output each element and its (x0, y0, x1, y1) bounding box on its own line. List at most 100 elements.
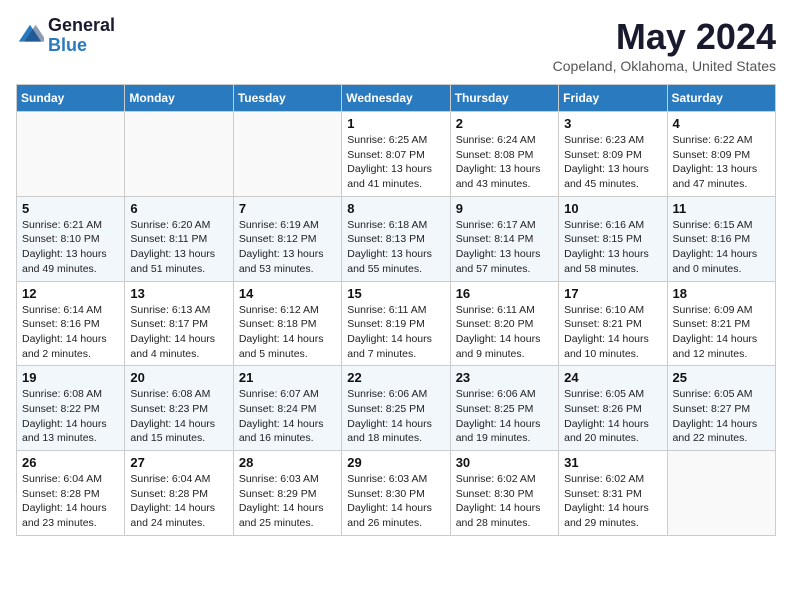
calendar-cell (17, 112, 125, 197)
day-info: Sunrise: 6:13 AMSunset: 8:17 PMDaylight:… (130, 303, 227, 362)
calendar-cell (233, 112, 341, 197)
day-info: Sunrise: 6:11 AMSunset: 8:19 PMDaylight:… (347, 303, 444, 362)
day-number: 13 (130, 286, 227, 301)
calendar-cell: 7Sunrise: 6:19 AMSunset: 8:12 PMDaylight… (233, 196, 341, 281)
day-number: 16 (456, 286, 553, 301)
day-info: Sunrise: 6:09 AMSunset: 8:21 PMDaylight:… (673, 303, 770, 362)
day-number: 18 (673, 286, 770, 301)
calendar-cell: 6 Sunrise: 6:20 AMSunset: 8:11 PMDaylight… (125, 196, 233, 281)
day-info: Sunrise: 6:05 AMSunset: 8:27 PMDaylight:… (673, 387, 770, 446)
day-number: 27 (130, 455, 227, 470)
day-info: Sunrise: 6:04 AMSunset: 8:28 PMDaylight:… (22, 472, 119, 531)
calendar-cell: 20Sunrise: 6:08 AMSunset: 8:23 PMDayligh… (125, 366, 233, 451)
calendar-cell: 21 Sunrise: 6:07 AMSunset: 8:24 PMDayligh… (233, 366, 341, 451)
day-info: Sunrise: 6:03 AMSunset: 8:30 PMDaylight:… (347, 472, 444, 531)
calendar-cell: 22 Sunrise: 6:06 AMSunset: 8:25 PMDayligh… (342, 366, 450, 451)
day-number: 20 (130, 370, 227, 385)
day-number: 9 (456, 201, 553, 216)
calendar-cell: 25 Sunrise: 6:05 AMSunset: 8:27 PMDayligh… (667, 366, 775, 451)
calendar-week-row: 12Sunrise: 6:14 AMSunset: 8:16 PMDayligh… (17, 281, 776, 366)
calendar-cell: 4Sunrise: 6:22 AMSunset: 8:09 PMDaylight… (667, 112, 775, 197)
calendar-cell: 30Sunrise: 6:02 AMSunset: 8:30 PMDayligh… (450, 451, 558, 536)
day-number: 31 (564, 455, 661, 470)
day-info: Sunrise: 6:21 AMSunset: 8:10 PMDaylight:… (22, 218, 119, 277)
col-thursday: Thursday (450, 85, 558, 112)
day-info: Sunrise: 6:12 AMSunset: 8:18 PMDaylight:… (239, 303, 336, 362)
calendar-cell: 31 Sunrise: 6:02 AMSunset: 8:31 PMDayligh… (559, 451, 667, 536)
col-friday: Friday (559, 85, 667, 112)
day-info: Sunrise: 6:23 AMSunset: 8:09 PMDaylight:… (564, 133, 661, 192)
logo: General Blue (16, 16, 115, 56)
calendar-cell: 2Sunrise: 6:24 AMSunset: 8:08 PMDaylight… (450, 112, 558, 197)
calendar-cell: 13 Sunrise: 6:13 AMSunset: 8:17 PMDayligh… (125, 281, 233, 366)
day-number: 2 (456, 116, 553, 131)
day-number: 15 (347, 286, 444, 301)
day-number: 29 (347, 455, 444, 470)
day-info: Sunrise: 6:06 AMSunset: 8:25 PMDaylight:… (456, 387, 553, 446)
day-number: 25 (673, 370, 770, 385)
day-number: 14 (239, 286, 336, 301)
col-saturday: Saturday (667, 85, 775, 112)
day-number: 17 (564, 286, 661, 301)
location-subtitle: Copeland, Oklahoma, United States (553, 58, 776, 74)
day-number: 7 (239, 201, 336, 216)
day-info: Sunrise: 6:02 AMSunset: 8:30 PMDaylight:… (456, 472, 553, 531)
calendar-cell: 18 Sunrise: 6:09 AMSunset: 8:21 PMDayligh… (667, 281, 775, 366)
calendar-cell: 29 Sunrise: 6:03 AMSunset: 8:30 PMDayligh… (342, 451, 450, 536)
col-sunday: Sunday (17, 85, 125, 112)
calendar-cell: 11Sunrise: 6:15 AMSunset: 8:16 PMDayligh… (667, 196, 775, 281)
calendar-cell: 8 Sunrise: 6:18 AMSunset: 8:13 PMDaylight… (342, 196, 450, 281)
col-monday: Monday (125, 85, 233, 112)
day-number: 28 (239, 455, 336, 470)
month-year-title: May 2024 (553, 16, 776, 58)
day-info: Sunrise: 6:06 AMSunset: 8:25 PMDaylight:… (347, 387, 444, 446)
logo-blue-text: Blue (48, 36, 115, 56)
calendar-cell: 3 Sunrise: 6:23 AMSunset: 8:09 PMDaylight… (559, 112, 667, 197)
logo-general-text: General (48, 16, 115, 36)
calendar-week-row: 19 Sunrise: 6:08 AMSunset: 8:22 PMDayligh… (17, 366, 776, 451)
page-header: General Blue May 2024 Copeland, Oklahoma… (16, 16, 776, 74)
day-number: 24 (564, 370, 661, 385)
calendar-cell (667, 451, 775, 536)
day-number: 3 (564, 116, 661, 131)
day-info: Sunrise: 6:04 AMSunset: 8:28 PMDaylight:… (130, 472, 227, 531)
calendar-week-row: 5 Sunrise: 6:21 AMSunset: 8:10 PMDaylight… (17, 196, 776, 281)
day-info: Sunrise: 6:02 AMSunset: 8:31 PMDaylight:… (564, 472, 661, 531)
calendar-cell: 19 Sunrise: 6:08 AMSunset: 8:22 PMDayligh… (17, 366, 125, 451)
day-number: 23 (456, 370, 553, 385)
day-info: Sunrise: 6:08 AMSunset: 8:22 PMDaylight:… (22, 387, 119, 446)
day-number: 6 (130, 201, 227, 216)
calendar-cell: 9 Sunrise: 6:17 AMSunset: 8:14 PMDaylight… (450, 196, 558, 281)
calendar-cell: 1Sunrise: 6:25 AMSunset: 8:07 PMDaylight… (342, 112, 450, 197)
day-number: 21 (239, 370, 336, 385)
calendar-cell: 27 Sunrise: 6:04 AMSunset: 8:28 PMDayligh… (125, 451, 233, 536)
day-info: Sunrise: 6:25 AMSunset: 8:07 PMDaylight:… (347, 133, 444, 192)
calendar-cell: 24 Sunrise: 6:05 AMSunset: 8:26 PMDayligh… (559, 366, 667, 451)
day-info: Sunrise: 6:15 AMSunset: 8:16 PMDaylight:… (673, 218, 770, 277)
calendar-cell (125, 112, 233, 197)
calendar-table: Sunday Monday Tuesday Wednesday Thursday… (16, 84, 776, 536)
logo-icon (16, 22, 44, 50)
day-info: Sunrise: 6:05 AMSunset: 8:26 PMDaylight:… (564, 387, 661, 446)
calendar-header-row: Sunday Monday Tuesday Wednesday Thursday… (17, 85, 776, 112)
day-number: 5 (22, 201, 119, 216)
day-info: Sunrise: 6:14 AMSunset: 8:16 PMDaylight:… (22, 303, 119, 362)
day-number: 22 (347, 370, 444, 385)
day-info: Sunrise: 6:20 AMSunset: 8:11 PMDaylight:… (130, 218, 227, 277)
day-number: 8 (347, 201, 444, 216)
calendar-cell: 10Sunrise: 6:16 AMSunset: 8:15 PMDayligh… (559, 196, 667, 281)
calendar-week-row: 26Sunrise: 6:04 AMSunset: 8:28 PMDayligh… (17, 451, 776, 536)
calendar-cell: 16Sunrise: 6:11 AMSunset: 8:20 PMDayligh… (450, 281, 558, 366)
day-info: Sunrise: 6:17 AMSunset: 8:14 PMDaylight:… (456, 218, 553, 277)
col-tuesday: Tuesday (233, 85, 341, 112)
day-number: 19 (22, 370, 119, 385)
day-info: Sunrise: 6:18 AMSunset: 8:13 PMDaylight:… (347, 218, 444, 277)
logo-text: General Blue (48, 16, 115, 56)
day-info: Sunrise: 6:07 AMSunset: 8:24 PMDaylight:… (239, 387, 336, 446)
title-section: May 2024 Copeland, Oklahoma, United Stat… (553, 16, 776, 74)
calendar-cell: 23 Sunrise: 6:06 AMSunset: 8:25 PMDayligh… (450, 366, 558, 451)
calendar-cell: 14 Sunrise: 6:12 AMSunset: 8:18 PMDayligh… (233, 281, 341, 366)
day-info: Sunrise: 6:10 AMSunset: 8:21 PMDaylight:… (564, 303, 661, 362)
calendar-week-row: 1Sunrise: 6:25 AMSunset: 8:07 PMDaylight… (17, 112, 776, 197)
calendar-cell: 17 Sunrise: 6:10 AMSunset: 8:21 PMDayligh… (559, 281, 667, 366)
